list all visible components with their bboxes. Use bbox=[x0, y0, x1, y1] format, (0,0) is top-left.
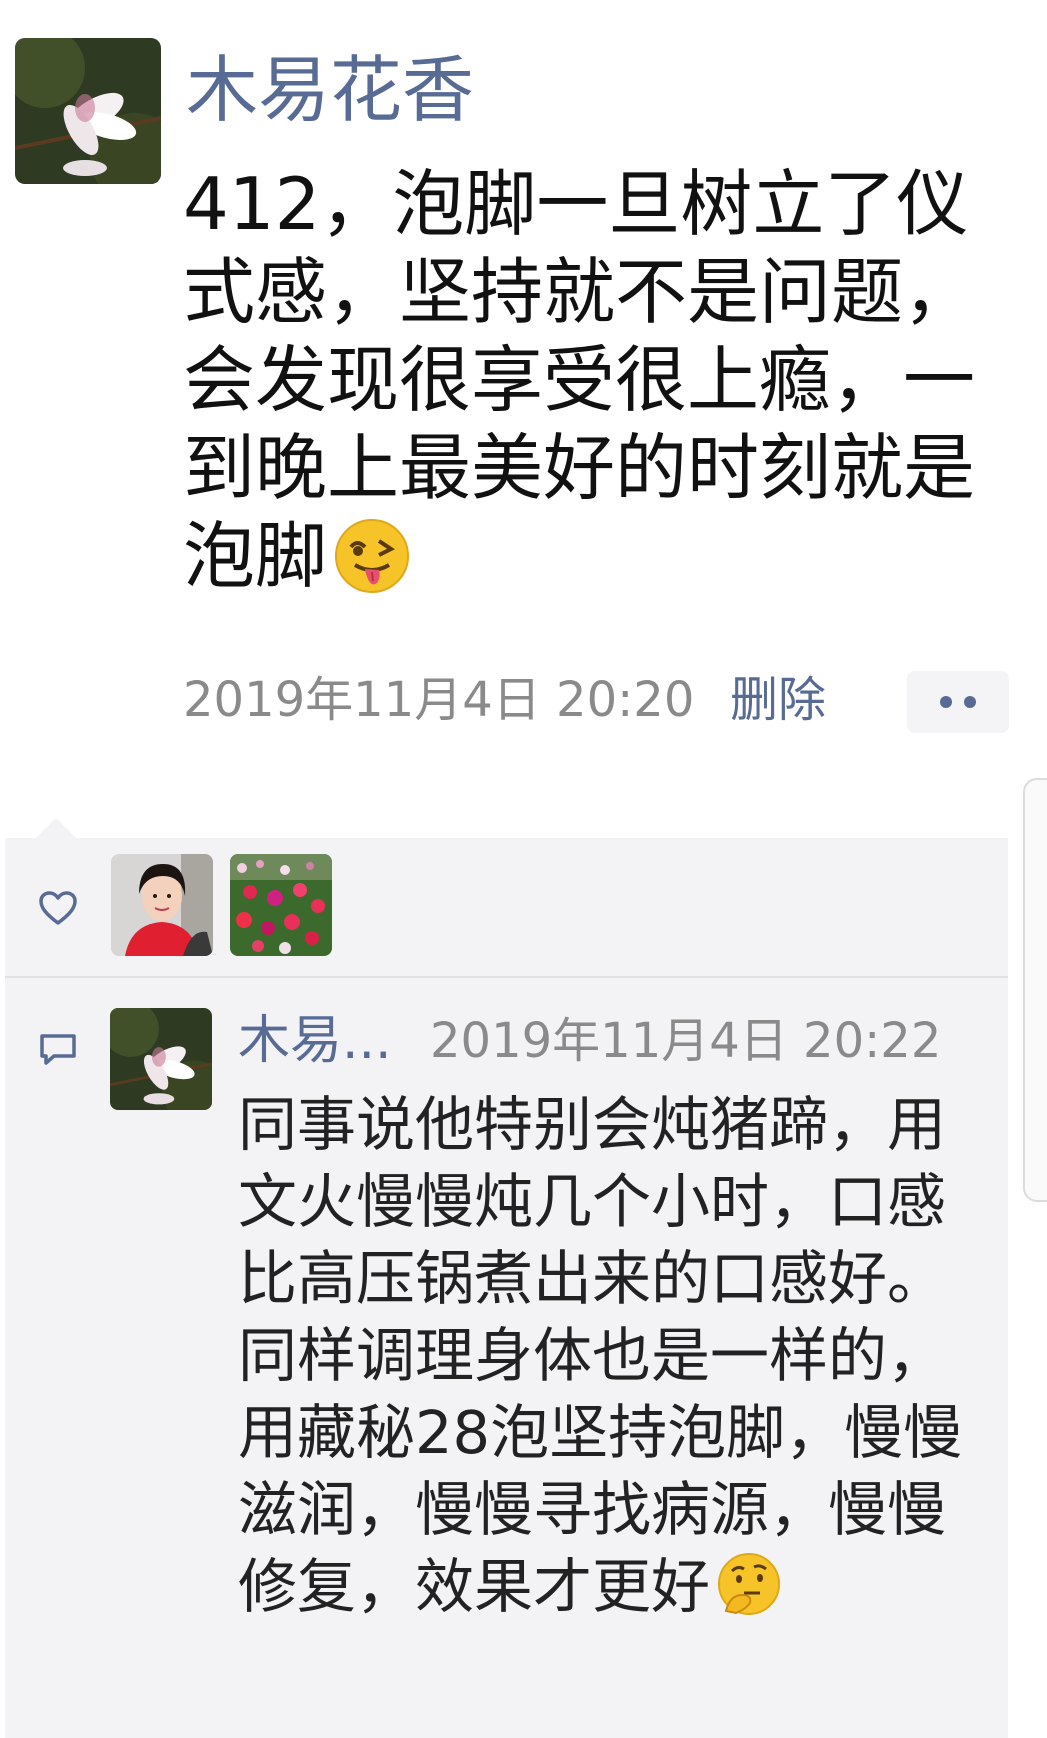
post-timestamp: 2019年11月4日 20:20 bbox=[183, 672, 695, 728]
comment-text[interactable]: 同事说他特别会炖猪蹄，用文火慢慢炖几个小时，口感比高压锅煮出来的口感好。同样调理… bbox=[238, 1086, 978, 1625]
comment-author-avatar[interactable] bbox=[110, 1008, 212, 1110]
magnolia-flower-avatar-image bbox=[110, 1008, 212, 1110]
more-dots-icon bbox=[940, 696, 952, 708]
comment-bubble-icon bbox=[40, 1034, 76, 1065]
interaction-panel: 木易... 2019年11月4日 20:22 同事说他特别会炖猪蹄，用文火慢慢炖… bbox=[5, 838, 1008, 1738]
interaction-pointer bbox=[34, 818, 78, 840]
more-dot-2 bbox=[964, 696, 976, 708]
flower-field-avatar-image bbox=[230, 854, 332, 956]
comment-author-name[interactable]: 木易... bbox=[238, 1006, 392, 1076]
edge-handle[interactable] bbox=[1023, 778, 1047, 1202]
comment-text-content: 同事说他特别会炖猪蹄，用文火慢慢炖几个小时，口感比高压锅煮出来的口感好。同样调理… bbox=[238, 1090, 963, 1621]
woman-red-shirt-avatar-image bbox=[111, 854, 213, 956]
post-text-content: 412，泡脚一旦树立了仪式感，坚持就不是问题，会发现很享受很上瘾，一到晚上最美好… bbox=[183, 162, 976, 598]
like-user-avatar-1[interactable] bbox=[111, 854, 213, 956]
winking-tongue-emoji-icon bbox=[335, 519, 410, 593]
more-actions-button[interactable] bbox=[907, 671, 1009, 733]
magnolia-flower-avatar-image bbox=[15, 38, 161, 184]
comment-timestamp: 2019年11月4日 20:22 bbox=[430, 1013, 942, 1069]
thinking-face-emoji-icon bbox=[718, 1553, 781, 1615]
delete-post-link[interactable]: 删除 bbox=[730, 670, 826, 730]
post-author-name[interactable]: 木易花香 bbox=[186, 40, 474, 140]
post-text: 412，泡脚一旦树立了仪式感，坚持就不是问题，会发现很享受很上瘾，一到晚上最美好… bbox=[183, 160, 1023, 600]
post-author-avatar[interactable] bbox=[15, 38, 161, 184]
likes-row bbox=[5, 838, 1008, 976]
likes-comments-divider bbox=[5, 976, 1008, 978]
heart-outline-icon bbox=[39, 891, 77, 925]
like-user-avatar-2[interactable] bbox=[230, 854, 332, 956]
